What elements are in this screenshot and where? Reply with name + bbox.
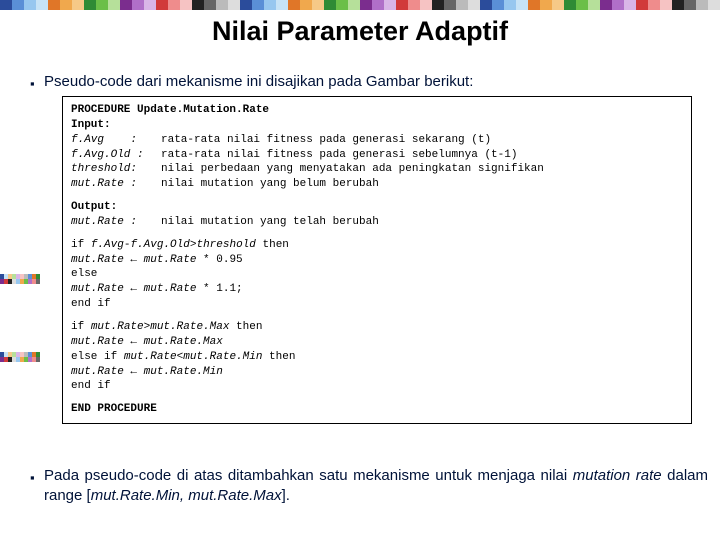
pseudocode-box: PROCEDURE Update.Mutation.Rate Input: f.… xyxy=(62,96,692,424)
page-title: Nilai Parameter Adaptif xyxy=(0,16,720,47)
decorative-side-strip-1 xyxy=(0,274,42,284)
decorative-side-strip-2 xyxy=(0,352,42,362)
param-name: threshold: xyxy=(71,162,161,177)
param-name: f.Avg : xyxy=(71,133,161,148)
param-name: f.Avg.Old : xyxy=(71,148,161,163)
param-desc: rata-rata nilai fitness pada generasi se… xyxy=(161,133,683,148)
code-line: mut.Rate ← mut.Rate.Max xyxy=(71,335,683,350)
param-name: mut.Rate : xyxy=(71,177,161,192)
bullet-text-2: Pada pseudo-code di atas ditambahkan sat… xyxy=(44,466,708,507)
code-line: else xyxy=(71,267,683,282)
code-line: else if mut.Rate<mut.Rate.Min then xyxy=(71,350,683,365)
proc-end: END PROCEDURE xyxy=(71,402,683,417)
output-row: mut.Rate :nilai mutation yang telah beru… xyxy=(71,215,683,230)
param-row: threshold:nilai perbedaan yang menyataka… xyxy=(71,162,683,177)
param-desc: nilai perbedaan yang menyatakan ada peni… xyxy=(161,162,683,177)
code-line: if f.Avg-f.Avg.Old>threshold then xyxy=(71,238,683,253)
code-line: mut.Rate ← mut.Rate * 1.1; xyxy=(71,282,683,297)
code-line: mut.Rate ← mut.Rate * 0.95 xyxy=(71,253,683,268)
code-line: if mut.Rate>mut.Rate.Max then xyxy=(71,320,683,335)
bullet-square-icon: ▪ xyxy=(30,466,44,487)
bullet-block-1: ▪ Pseudo-code dari mekanisme ini disajik… xyxy=(30,72,708,93)
code-line: end if xyxy=(71,379,683,394)
param-desc: rata-rata nilai fitness pada generasi se… xyxy=(161,148,683,163)
proc-header: PROCEDURE Update.Mutation.Rate xyxy=(71,103,683,118)
param-desc: nilai mutation yang belum berubah xyxy=(161,177,683,192)
bullet-block-2: ▪ Pada pseudo-code di atas ditambahkan s… xyxy=(30,466,708,507)
param-row: mut.Rate :nilai mutation yang belum beru… xyxy=(71,177,683,192)
decorative-top-border xyxy=(0,0,720,10)
input-label: Input: xyxy=(71,118,683,133)
output-label: Output: xyxy=(71,200,683,215)
param-row: f.Avg :rata-rata nilai fitness pada gene… xyxy=(71,133,683,148)
code-line: end if xyxy=(71,297,683,312)
param-name: mut.Rate : xyxy=(71,215,161,230)
bullet-text-1: Pseudo-code dari mekanisme ini disajikan… xyxy=(44,72,708,92)
bullet-square-icon: ▪ xyxy=(30,72,44,93)
param-desc: nilai mutation yang telah berubah xyxy=(161,215,683,230)
param-row: f.Avg.Old :rata-rata nilai fitness pada … xyxy=(71,148,683,163)
code-line: mut.Rate ← mut.Rate.Min xyxy=(71,365,683,380)
